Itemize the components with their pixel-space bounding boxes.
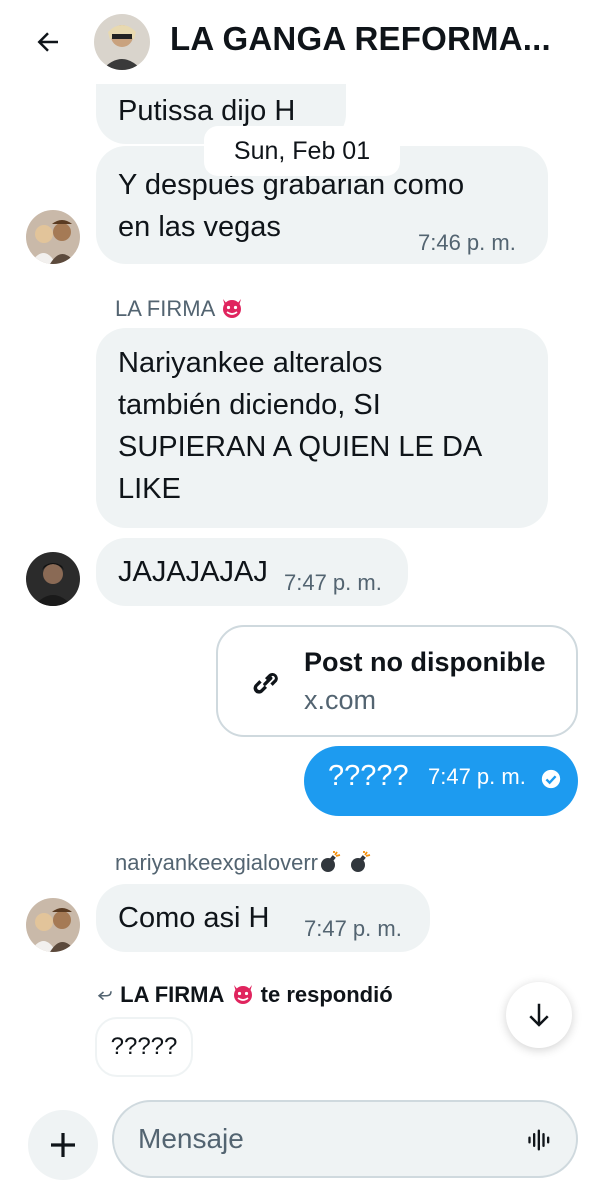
link-preview-card[interactable]: Post no disponible x.com — [216, 625, 578, 737]
check-circle-icon — [541, 769, 561, 789]
reply-arrow-icon — [97, 991, 112, 1001]
message-text: Como asi H — [118, 902, 270, 934]
message-time: 7:47 p. m. — [304, 916, 402, 941]
own-message-bubble[interactable]: ????? 7:47 p. m. — [304, 746, 578, 816]
message-time: 7:47 p. m. — [428, 764, 526, 789]
reply-name: LA FIRMA — [120, 982, 225, 1007]
bomb-emoji-icon — [348, 850, 372, 874]
link-icon — [253, 672, 278, 694]
message-time: 7:47 p. m. — [284, 570, 382, 595]
back-arrow-icon — [37, 32, 58, 52]
plus-icon — [51, 1133, 75, 1157]
sender-name: nariyankeexgialoverr — [115, 850, 372, 876]
back-button[interactable] — [30, 24, 66, 60]
message-input[interactable] — [138, 1116, 498, 1162]
message-time: 7:46 p. m. — [418, 230, 516, 255]
chat-header: LA GANGA REFORMA... — [0, 0, 606, 84]
avatar[interactable] — [26, 210, 80, 264]
message-text: Nariyankee alteralos también diciendo, S… — [118, 347, 483, 505]
link-card-title: Post no disponible — [304, 647, 546, 677]
reply-indicator: LA FIRMA te respondió — [96, 982, 393, 1008]
bomb-emoji-icon — [318, 850, 342, 874]
message-text: ????? — [328, 760, 409, 792]
add-media-button[interactable] — [28, 1110, 98, 1180]
link-card-domain: x.com — [304, 685, 377, 715]
message-bubble[interactable]: Nariyankee alteralos también diciendo, S… — [96, 328, 548, 528]
arrow-down-icon — [529, 1003, 549, 1027]
reply-suffix: te respondió — [260, 982, 393, 1007]
voice-wave-icon[interactable] — [526, 1126, 554, 1154]
scroll-to-bottom-button[interactable] — [506, 982, 572, 1048]
sender-name: LA FIRMA — [115, 296, 244, 322]
message-text: JAJAJAJAJ — [118, 556, 268, 588]
avatar[interactable] — [26, 552, 80, 606]
chat-title[interactable]: LA GANGA REFORMA... — [170, 20, 590, 58]
message-text: Y después grabarian como en las vegas — [118, 169, 465, 243]
devil-emoji-icon — [220, 296, 244, 320]
message-composer[interactable] — [112, 1100, 578, 1178]
message-bubble[interactable]: JAJAJAJAJ 7:47 p. m. — [96, 538, 408, 606]
date-separator: Sun, Feb 01 — [204, 126, 400, 176]
avatar[interactable] — [26, 898, 80, 952]
quoted-message[interactable]: ????? — [95, 1017, 193, 1077]
devil-emoji-icon — [231, 982, 255, 1006]
message-bubble[interactable]: Como asi H 7:47 p. m. — [96, 884, 430, 952]
group-avatar[interactable] — [94, 14, 150, 70]
